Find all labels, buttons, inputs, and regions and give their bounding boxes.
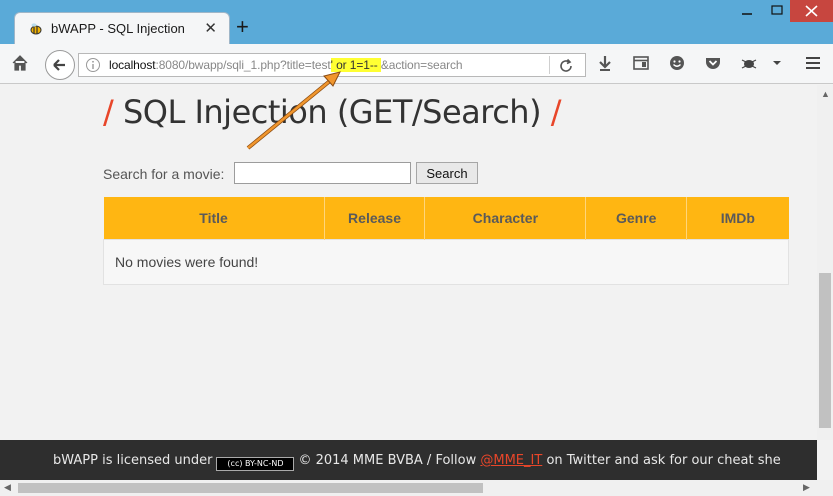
reload-icon[interactable]	[557, 57, 575, 75]
back-button[interactable]	[45, 50, 75, 80]
new-tab-button[interactable]: +	[236, 16, 249, 38]
scroll-up-icon[interactable]: ▲	[821, 89, 830, 99]
url-query: &action=search	[380, 58, 463, 72]
url-bar[interactable]: localhost:8080/bwapp/sqli_1.php?title=te…	[78, 53, 586, 77]
url-path: :8080/bwapp/sqli_1.php?title=test	[155, 58, 331, 72]
title-slash-left: /	[103, 93, 114, 131]
pocket-icon[interactable]	[702, 52, 724, 74]
footer-text: bWAPP is licensed under (cc) BY-NC-ND © 20…	[53, 453, 781, 471]
empty-result-message: No movies were found!	[103, 238, 789, 285]
tab-title: bWAPP - SQL Injection	[51, 21, 185, 36]
column-header-character: Character	[424, 197, 587, 239]
url-injected-payload: ' or 1=1--	[330, 58, 381, 72]
page-footer: bWAPP is licensed under (cc) BY-NC-ND © 20…	[0, 440, 817, 480]
chevron-down-icon[interactable]	[766, 52, 788, 74]
search-button[interactable]: Search	[416, 162, 478, 184]
footer-copyright: © 2014 MME BVBA / Follow	[298, 453, 477, 468]
column-header-title: Title	[103, 197, 325, 239]
tab-close-icon[interactable]: ✕	[204, 19, 217, 37]
search-label: Search for a movie:	[103, 166, 225, 182]
page-title-text: SQL Injection (GET/Search)	[113, 93, 551, 131]
home-icon[interactable]	[9, 52, 31, 74]
column-header-release: Release	[324, 197, 426, 239]
column-header-genre: Genre	[585, 197, 688, 239]
arrow-left-icon	[53, 59, 65, 71]
url-text[interactable]: localhost:8080/bwapp/sqli_1.php?title=te…	[109, 58, 463, 72]
vertical-scrollbar[interactable]: ▲	[817, 85, 833, 440]
close-icon	[805, 5, 818, 17]
page-content: / SQL Injection (GET/Search) / Search fo…	[0, 85, 817, 440]
maximize-icon[interactable]	[770, 4, 784, 16]
table-row: No movies were found!	[103, 238, 789, 285]
movies-table: Title Release Character Genre IMDb No mo…	[103, 197, 789, 285]
column-header-imdb: IMDb	[686, 197, 789, 239]
download-icon[interactable]	[594, 52, 616, 74]
browser-navbar: localhost:8080/bwapp/sqli_1.php?title=te…	[0, 44, 833, 84]
horizontal-scroll-thumb[interactable]	[18, 483, 483, 493]
cc-license-badge[interactable]: (cc) BY-NC-ND	[216, 457, 295, 471]
twitter-link[interactable]: @MME_IT	[480, 453, 542, 468]
search-input[interactable]	[234, 162, 411, 184]
page-title: / SQL Injection (GET/Search) /	[103, 93, 562, 131]
menu-icon[interactable]	[802, 52, 824, 74]
vertical-scroll-thumb[interactable]	[819, 273, 831, 428]
bee-icon	[30, 23, 42, 35]
footer-cheat-text: on Twitter and ask for our cheat she	[546, 453, 781, 468]
bug-extension-icon[interactable]	[738, 52, 760, 74]
window-close-button[interactable]	[790, 0, 833, 22]
horizontal-scrollbar[interactable]: ◀ ▶	[0, 480, 833, 496]
scroll-right-icon[interactable]: ▶	[803, 482, 810, 493]
title-slash-right: /	[550, 93, 562, 131]
emoji-icon[interactable]	[666, 52, 688, 74]
info-icon[interactable]	[85, 57, 101, 73]
scroll-left-icon[interactable]: ◀	[4, 482, 11, 493]
url-separator	[549, 56, 550, 74]
url-host: localhost	[109, 58, 156, 72]
table-header-row: Title Release Character Genre IMDb	[103, 197, 789, 239]
browser-titlebar: bWAPP - SQL Injection ✕ +	[0, 0, 833, 45]
footer-license-text: bWAPP is licensed under	[53, 453, 213, 468]
browser-tab[interactable]: bWAPP - SQL Injection ✕	[14, 12, 230, 45]
reader-view-icon[interactable]	[630, 52, 652, 74]
minimize-icon[interactable]	[740, 4, 754, 16]
